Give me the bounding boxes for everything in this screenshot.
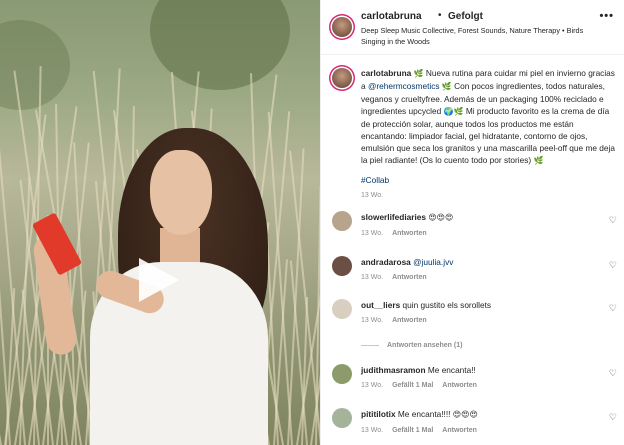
- leaf-emoji: 🌿: [441, 82, 452, 91]
- reply-button[interactable]: Antworten: [392, 230, 427, 237]
- comment-age: 13 Wo.: [361, 274, 384, 281]
- mention-link[interactable]: @rehermcosmetics: [368, 81, 440, 91]
- comment-item: slowerlifediaries 😍😍😍 13 Wo. Antworten ♡: [332, 211, 617, 237]
- comment-item: judithmasramon Me encanta!! 13 Wo. Gefäll…: [332, 364, 617, 389]
- music-info-link[interactable]: Deep Sleep Music Collective, Forest Soun…: [361, 25, 586, 47]
- avatar[interactable]: [332, 299, 352, 319]
- leaf-emoji: 🌿: [533, 156, 544, 165]
- heart-icon[interactable]: ♡: [609, 260, 617, 271]
- avatar[interactable]: [332, 68, 352, 88]
- globe-emoji: 🌍🌿: [443, 107, 464, 116]
- likes-count[interactable]: Gefällt 1 Mal: [392, 382, 433, 389]
- likes-count[interactable]: Gefällt 1 Mal: [392, 427, 433, 434]
- heart-icon[interactable]: ♡: [609, 412, 617, 423]
- more-icon[interactable]: •••: [599, 10, 614, 22]
- comment-username[interactable]: andradarosa: [361, 257, 411, 267]
- comment-text: Me encanta!!: [427, 365, 476, 375]
- leaf-emoji: 🌿: [413, 69, 424, 78]
- reply-button[interactable]: Antworten: [392, 317, 427, 324]
- post-video[interactable]: [0, 0, 320, 445]
- view-replies-button[interactable]: Antworten ansehen (1): [361, 342, 462, 349]
- post-caption: carlotabruna 🌿 Nueva rutina para cuidar …: [332, 67, 617, 199]
- comment-username[interactable]: slowerlifediaries: [361, 212, 426, 222]
- comment-username[interactable]: judithmasramon: [361, 365, 426, 375]
- comment-age: 13 Wo.: [361, 230, 384, 237]
- reply-button[interactable]: Antworten: [442, 427, 477, 434]
- username-link[interactable]: carlotabruna: [361, 11, 422, 22]
- comment-age: 13 Wo.: [361, 317, 384, 324]
- comment-item: pititilotix Me encanta!!!! 😍😍😍 13 Wo. Gef…: [332, 408, 617, 434]
- reply-button[interactable]: Antworten: [392, 274, 427, 281]
- view-replies-label: Antworten ansehen (1): [387, 342, 463, 349]
- reply-button[interactable]: Antworten: [442, 382, 477, 389]
- caption-username[interactable]: carlotabruna: [361, 68, 411, 78]
- avatar[interactable]: [332, 17, 352, 37]
- heart-eyes-emoji: 😍😍😍: [452, 410, 478, 419]
- separator-dot: •: [438, 10, 442, 21]
- play-icon[interactable]: [139, 258, 179, 302]
- comment-username[interactable]: out__liers: [361, 300, 400, 310]
- comment-text: quin gustito els sorollets: [402, 300, 492, 310]
- avatar[interactable]: [332, 364, 352, 384]
- woman-face: [150, 150, 212, 235]
- hashtag-link[interactable]: #Collab: [361, 175, 617, 185]
- post-header: carlotabruna • Gefolgt Deep Sleep Music …: [321, 0, 624, 55]
- avatar[interactable]: [332, 256, 352, 276]
- caption-age: 13 Wo.: [361, 192, 384, 199]
- heart-icon[interactable]: ♡: [609, 368, 617, 379]
- avatar[interactable]: [332, 408, 352, 428]
- comment-text: Me encanta!!!!: [397, 409, 451, 419]
- heart-icon[interactable]: ♡: [609, 303, 617, 314]
- post-panel: carlotabruna • Gefolgt Deep Sleep Music …: [320, 0, 624, 445]
- comment-item: andradarosa @juulia.jvv 13 Wo. Antworten …: [332, 256, 617, 281]
- comment-username[interactable]: pititilotix: [361, 409, 396, 419]
- comment-age: 13 Wo.: [361, 382, 384, 389]
- comment-age: 13 Wo.: [361, 427, 384, 434]
- comment-item: out__liers quin gustito els sorollets 13…: [332, 299, 617, 324]
- divider: [361, 344, 379, 346]
- mention-link[interactable]: @juulia.jvv: [413, 257, 453, 267]
- heart-eyes-emoji: 😍😍😍: [428, 213, 454, 222]
- background-tree: [0, 20, 70, 110]
- heart-icon[interactable]: ♡: [609, 215, 617, 226]
- avatar[interactable]: [332, 211, 352, 231]
- follow-status-button[interactable]: Gefolgt: [448, 11, 483, 22]
